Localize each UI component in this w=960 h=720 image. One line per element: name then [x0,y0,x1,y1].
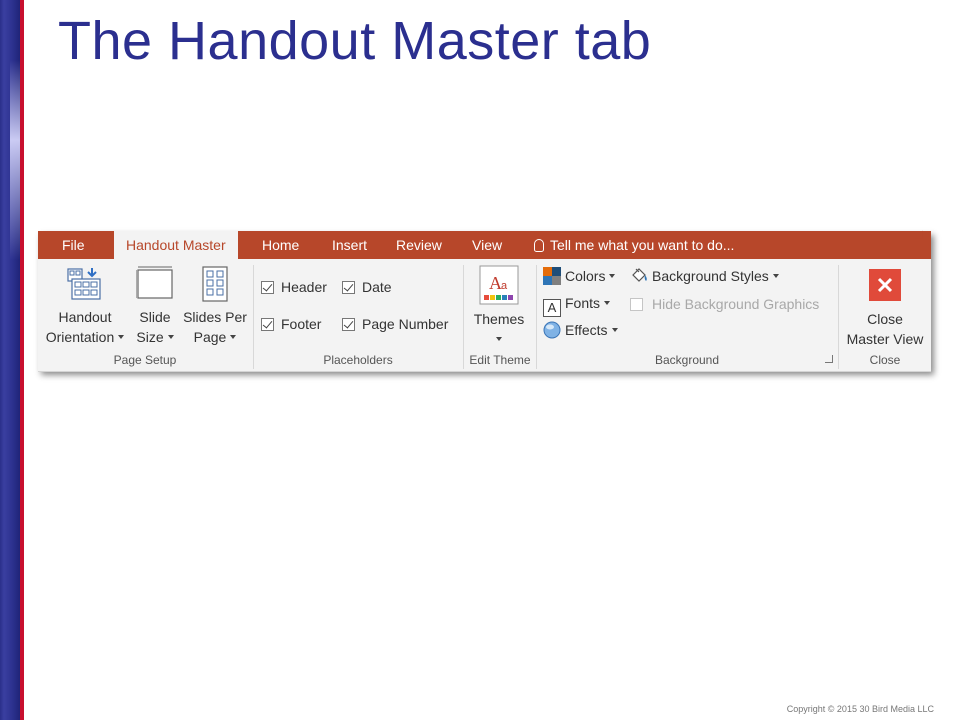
slide-size-icon [135,265,174,303]
date-label: Date [362,279,392,295]
chevron-down-icon [118,335,125,339]
tab-insert[interactable]: Insert [332,231,367,259]
copyright-text: Copyright © 2015 30 Bird Media LLC [786,704,934,714]
header-label: Header [281,279,327,295]
themes-icon: A a [479,265,519,305]
chevron-down-icon [167,335,174,339]
chevron-down-icon [772,274,779,278]
tab-view[interactable]: View [472,231,502,259]
ribbon-body: Handout Orientation Slide Size Slides Pe… [38,259,931,372]
colors-label: Colors [565,268,606,284]
checkbox-icon[interactable] [342,281,355,294]
handout-orientation-button[interactable]: Handout Orientation [42,265,128,347]
chevron-down-icon [604,301,611,305]
ribbon-corner-icon: ◢ [915,229,923,240]
group-label-edit-theme: Edit Theme [469,353,531,367]
handout-orientation-icon [66,265,104,303]
footer-checkbox[interactable]: Footer [261,314,321,334]
handout-orientation-label-1: Handout [58,309,112,325]
themes-button[interactable]: A a Themes [466,265,532,349]
effects-icon [543,321,561,339]
effects-button[interactable]: Effects [543,319,618,341]
group-label-page-setup: Page Setup [113,353,177,367]
slides-per-page-label-2: Page [193,329,227,345]
slide-size-button[interactable]: Slide Size [130,265,180,347]
chevron-down-icon [609,274,616,278]
fonts-button[interactable]: A Fonts [543,292,611,317]
paint-bucket-icon [630,267,648,285]
colors-button[interactable]: Colors [543,265,616,287]
slide-size-label-2: Size [136,329,164,345]
group-label-close: Close [869,353,901,367]
tab-handout-master[interactable]: Handout Master [114,231,238,261]
hide-background-graphics-label: Hide Background Graphics [652,296,820,312]
lightbulb-icon [534,239,544,252]
slides-per-page-button[interactable]: Slides Per Page [180,265,250,347]
slide-side-accent [20,0,24,720]
background-styles-label: Background Styles [652,268,769,284]
dialog-launcher-icon[interactable] [825,355,833,363]
checkbox-icon[interactable] [261,318,274,331]
group-label-placeholders: Placeholders [323,353,393,367]
close-label-2: Master View [846,331,924,347]
chevron-down-icon [611,328,618,332]
tab-home[interactable]: Home [262,231,299,259]
checkbox-icon[interactable] [342,318,355,331]
slide-title: The Handout Master tab [58,11,652,71]
close-icon [869,269,901,301]
page-number-checkbox[interactable]: Page Number [342,314,448,334]
chevron-down-icon [496,337,502,341]
page-number-label: Page Number [362,316,449,332]
themes-label: Themes [473,311,525,327]
ribbon-tab-bar: File Handout Master Home Insert Review V… [38,229,931,261]
fonts-icon: A [543,299,561,317]
close-label-1: Close [867,311,903,327]
handout-orientation-label-2: Orientation [45,329,115,345]
tell-me-box[interactable]: Tell me what you want to do... [534,231,734,259]
tell-me-text: Tell me what you want to do... [550,237,735,253]
tab-review[interactable]: Review [396,231,442,259]
ribbon: File Handout Master Home Insert Review V… [38,229,931,372]
chevron-down-icon [230,335,237,339]
fonts-label: Fonts [565,295,601,311]
date-checkbox[interactable]: Date [342,277,392,297]
close-master-view-button[interactable]: Close Master View [840,269,930,349]
colors-icon [543,267,561,285]
group-label-background: Background [654,353,720,367]
checkbox-icon[interactable] [261,281,274,294]
hide-background-graphics-checkbox[interactable]: Hide Background Graphics [630,294,819,314]
slides-per-page-icon [196,265,234,303]
effects-label: Effects [565,322,608,338]
background-styles-button[interactable]: Background Styles [630,265,779,287]
slide-size-label-1: Slide [139,309,171,325]
header-checkbox[interactable]: Header [261,277,327,297]
slides-per-page-label-1: Slides Per [183,309,247,325]
svg-text:a: a [501,280,508,292]
footer-label: Footer [281,316,322,332]
tab-file[interactable]: File [62,231,85,259]
checkbox-icon[interactable] [630,298,643,311]
